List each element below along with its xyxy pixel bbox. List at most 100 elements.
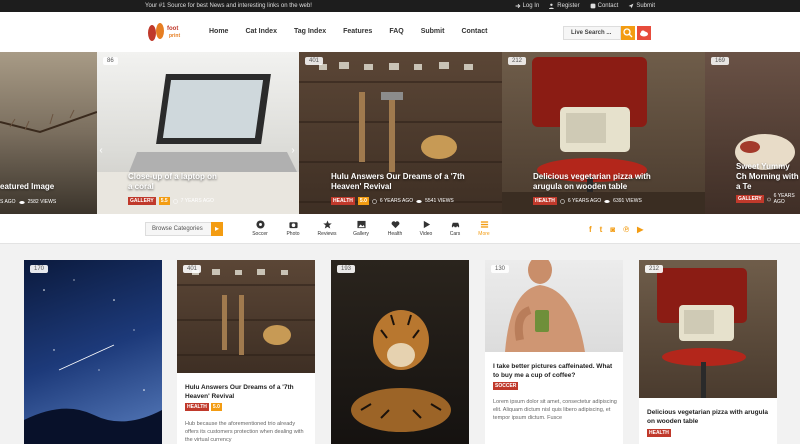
clock-icon bbox=[560, 198, 565, 204]
top-links: Log In Register Contact Submit bbox=[515, 3, 655, 9]
post-meta: SOCCER bbox=[493, 382, 519, 390]
view-count: 86 bbox=[103, 57, 118, 65]
cloud-upload-icon bbox=[640, 30, 648, 37]
category-badge[interactable]: GALLERY bbox=[736, 195, 764, 203]
nav-tag-index[interactable]: Tag Index bbox=[294, 28, 326, 35]
slide-featured-image[interactable]: eatured Image S AGO 2582 VIEWS bbox=[0, 52, 97, 214]
post-title[interactable]: Hulu Answers Our Dreams of a '7th Heaven… bbox=[185, 383, 309, 401]
browse-categories-button[interactable]: ▸ bbox=[211, 222, 223, 236]
category-video[interactable]: Video bbox=[411, 220, 441, 237]
post-image[interactable] bbox=[331, 260, 469, 444]
nav-faq[interactable]: FAQ bbox=[389, 28, 403, 35]
facebook-icon[interactable]: f bbox=[589, 225, 592, 234]
view-count: 401 bbox=[183, 265, 202, 273]
view-count: 212 bbox=[645, 265, 664, 273]
post-meta: HEALTH bbox=[647, 429, 671, 437]
twitter-icon[interactable]: t bbox=[600, 225, 603, 234]
category-reviews[interactable]: Reviews bbox=[312, 220, 342, 237]
post-title[interactable]: I take better pictures caffeinated. What… bbox=[493, 362, 617, 380]
category-gallery[interactable]: Gallery bbox=[346, 220, 376, 237]
camera-icon bbox=[288, 222, 298, 229]
post-image-art bbox=[177, 269, 315, 356]
post-image[interactable] bbox=[177, 260, 315, 373]
youtube-icon[interactable]: ▶ bbox=[637, 225, 643, 234]
post-image-art bbox=[505, 260, 585, 352]
post-card[interactable]: 212 Delicious vegetarian pizza with arug… bbox=[639, 260, 777, 444]
slide-title[interactable]: Hulu Answers Our Dreams of a '7th Heaven… bbox=[331, 172, 471, 192]
site-logo[interactable]: foot print bbox=[145, 20, 185, 44]
category-bar: Browse Categories ▸ Soccer Photo Reviews… bbox=[0, 214, 800, 244]
search-icon bbox=[623, 28, 633, 38]
eye-icon bbox=[604, 199, 610, 203]
category-badge[interactable]: HEALTH bbox=[533, 197, 557, 205]
category-badge[interactable]: GALLERY bbox=[128, 197, 156, 205]
search-input[interactable]: Live Search ... bbox=[563, 26, 621, 40]
category-health[interactable]: Health bbox=[380, 220, 410, 237]
contact-link[interactable]: Contact bbox=[590, 3, 618, 9]
heart-icon bbox=[391, 221, 399, 229]
nav-features[interactable]: Features bbox=[343, 28, 372, 35]
social-links: f t ◙ ℗ ▶ bbox=[589, 225, 643, 234]
main-nav: Home Cat Index Tag Index Features FAQ Su… bbox=[209, 28, 488, 35]
slide-meta: GALLERY 6 YEARS AGO bbox=[736, 193, 795, 205]
post-card[interactable]: 130 I take better pictures caffeinated. … bbox=[485, 260, 623, 444]
nav-contact[interactable]: Contact bbox=[461, 28, 487, 35]
slider-prev-arrow[interactable]: ‹ bbox=[96, 144, 106, 156]
category-badge[interactable]: SOCCER bbox=[493, 382, 519, 390]
login-link[interactable]: Log In bbox=[515, 3, 539, 9]
slide-breakfast[interactable]: 169 Sweet Yummy Ch Morning with a Te GAL… bbox=[705, 52, 800, 214]
slide-meta: S AGO 2582 VIEWS bbox=[0, 199, 57, 205]
featured-slider: eatured Image S AGO 2582 VIEWS 86 Close-… bbox=[0, 52, 800, 214]
slide-meta: GALLERY 5.5 7 YEARS AGO bbox=[128, 197, 214, 205]
slide-meta: HEALTH 5.0 6 YEARS AGO 5541 VIEWS bbox=[331, 197, 454, 205]
post-card[interactable]: 193 bbox=[331, 260, 469, 444]
nav-home[interactable]: Home bbox=[209, 28, 228, 35]
post-excerpt: Hub because the aforementioned trio alre… bbox=[185, 421, 304, 443]
category-photo[interactable]: Photo bbox=[278, 220, 308, 237]
category-cars[interactable]: Cars bbox=[440, 220, 470, 237]
category-badge[interactable]: HEALTH bbox=[185, 403, 209, 411]
rating-badge: 5.0 bbox=[357, 197, 369, 205]
search-button[interactable] bbox=[621, 26, 635, 40]
category-badge[interactable]: HEALTH bbox=[647, 429, 671, 437]
category-badge[interactable]: HEALTH bbox=[331, 197, 355, 205]
post-card[interactable]: 170 bbox=[24, 260, 162, 444]
menu-icon bbox=[480, 221, 488, 228]
category-soccer[interactable]: Soccer bbox=[245, 220, 275, 237]
pinterest-icon[interactable]: ℗ bbox=[623, 225, 629, 234]
slide-tv-chair[interactable]: 212 Delicious vegetarian pizza with arug… bbox=[502, 52, 705, 214]
nav-cat-index[interactable]: Cat Index bbox=[245, 28, 277, 35]
view-count: 401 bbox=[305, 57, 324, 65]
instagram-icon[interactable]: ◙ bbox=[610, 225, 615, 234]
post-image-art bbox=[657, 268, 747, 398]
post-title[interactable]: Delicious vegetarian pizza with arugula … bbox=[647, 408, 771, 426]
browse-categories-select[interactable]: Browse Categories bbox=[145, 222, 213, 236]
logo-text-bottom: print bbox=[169, 33, 180, 39]
slide-title[interactable]: Delicious vegetarian pizza with arugula … bbox=[533, 172, 663, 192]
post-card[interactable]: 401 Hulu Answers Our Dreams of a '7th He… bbox=[177, 260, 315, 444]
post-image-art bbox=[24, 279, 162, 444]
slide-laptop[interactable]: 86 Close-up of a laptop on a coral GALLE… bbox=[97, 52, 299, 214]
view-count: 130 bbox=[491, 265, 510, 273]
upload-button[interactable] bbox=[637, 26, 651, 40]
rating-badge: 5.5 bbox=[158, 197, 170, 205]
eye-icon bbox=[416, 199, 422, 203]
slider-next-arrow[interactable]: › bbox=[288, 144, 298, 156]
submit-link[interactable]: Submit bbox=[628, 3, 655, 9]
post-image[interactable] bbox=[485, 260, 623, 352]
slide-title[interactable]: eatured Image bbox=[0, 182, 90, 192]
register-link[interactable]: Register bbox=[549, 3, 580, 9]
star-half-icon bbox=[322, 220, 332, 229]
slide-title[interactable]: Close-up of a laptop on a coral bbox=[128, 172, 218, 192]
nav-submit[interactable]: Submit bbox=[421, 28, 445, 35]
soccer-ball-icon bbox=[255, 220, 265, 229]
post-image[interactable] bbox=[639, 260, 777, 398]
post-image[interactable] bbox=[24, 260, 162, 444]
user-plus-icon bbox=[549, 3, 555, 9]
slide-title[interactable]: Sweet Yummy Ch Morning with a Te bbox=[736, 162, 800, 192]
footprint-logo-icon: foot print bbox=[148, 23, 180, 41]
car-icon bbox=[451, 222, 459, 229]
category-more[interactable]: More bbox=[469, 220, 499, 237]
contact-icon bbox=[590, 3, 596, 9]
slide-tools[interactable]: 401 Hulu Answers Our Dreams of a '7th He… bbox=[299, 52, 502, 214]
